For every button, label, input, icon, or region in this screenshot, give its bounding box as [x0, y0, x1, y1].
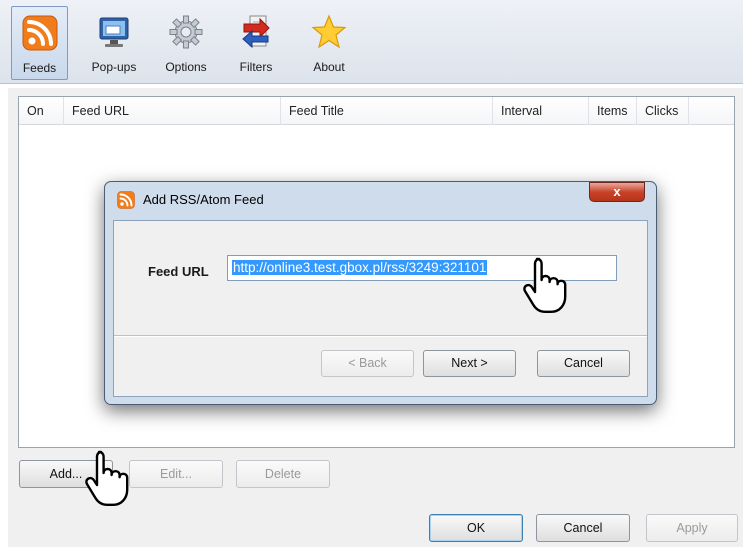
rss-icon: [117, 191, 135, 209]
hand-cursor-icon: [523, 257, 567, 313]
list-header: On Feed URL Feed Title Interval Items Cl…: [19, 97, 734, 125]
close-icon: x: [613, 184, 621, 199]
toolbar-feeds-label: Feeds: [22, 61, 57, 75]
ok-button[interactable]: OK: [429, 514, 523, 542]
toolbar-about-button[interactable]: About: [298, 6, 360, 80]
column-interval[interactable]: Interval: [493, 97, 589, 125]
toolbar-filters-button[interactable]: Filters: [225, 6, 287, 80]
gear-icon: [169, 15, 203, 49]
toolbar-popups-button[interactable]: Pop-ups: [83, 6, 145, 80]
column-clicks[interactable]: Clicks: [637, 97, 689, 125]
star-icon: [311, 14, 347, 49]
hand-cursor-icon: [85, 450, 129, 506]
monitor-icon: [99, 17, 129, 47]
toolbar-options-button[interactable]: Options: [155, 6, 217, 80]
column-on[interactable]: On: [19, 97, 64, 125]
toolbar-filters-label: Filters: [239, 60, 273, 74]
cancel-button[interactable]: Cancel: [536, 514, 630, 542]
toolbar-feeds-button[interactable]: Feeds: [11, 6, 68, 80]
toolbar: Feeds Pop-ups Options Filters About: [0, 0, 743, 84]
next-button[interactable]: Next >: [423, 350, 516, 377]
dialog-close-button[interactable]: x: [589, 182, 645, 202]
dialog-separator: [114, 335, 647, 337]
column-items[interactable]: Items: [589, 97, 637, 125]
add-feed-dialog: Add RSS/Atom Feed x Feed URL http://onli…: [104, 181, 657, 405]
toolbar-about-label: About: [313, 60, 345, 74]
dialog-cancel-button[interactable]: Cancel: [537, 350, 630, 377]
apply-button[interactable]: Apply: [646, 514, 738, 542]
delete-button[interactable]: Delete: [236, 460, 330, 488]
column-feed-url[interactable]: Feed URL: [64, 97, 281, 125]
back-button[interactable]: < Back: [321, 350, 414, 377]
rss-icon: [22, 15, 57, 51]
feed-url-value: http://online3.test.gbox.pl/rss/3249:321…: [232, 260, 488, 275]
dialog-title: Add RSS/Atom Feed: [143, 192, 264, 207]
edit-button[interactable]: Edit...: [129, 460, 223, 488]
feed-url-label: Feed URL: [148, 264, 209, 279]
column-feed-title[interactable]: Feed Title: [281, 97, 493, 125]
toolbar-popups-label: Pop-ups: [91, 60, 137, 74]
filter-arrows-icon: [242, 15, 270, 49]
toolbar-options-label: Options: [165, 60, 207, 74]
